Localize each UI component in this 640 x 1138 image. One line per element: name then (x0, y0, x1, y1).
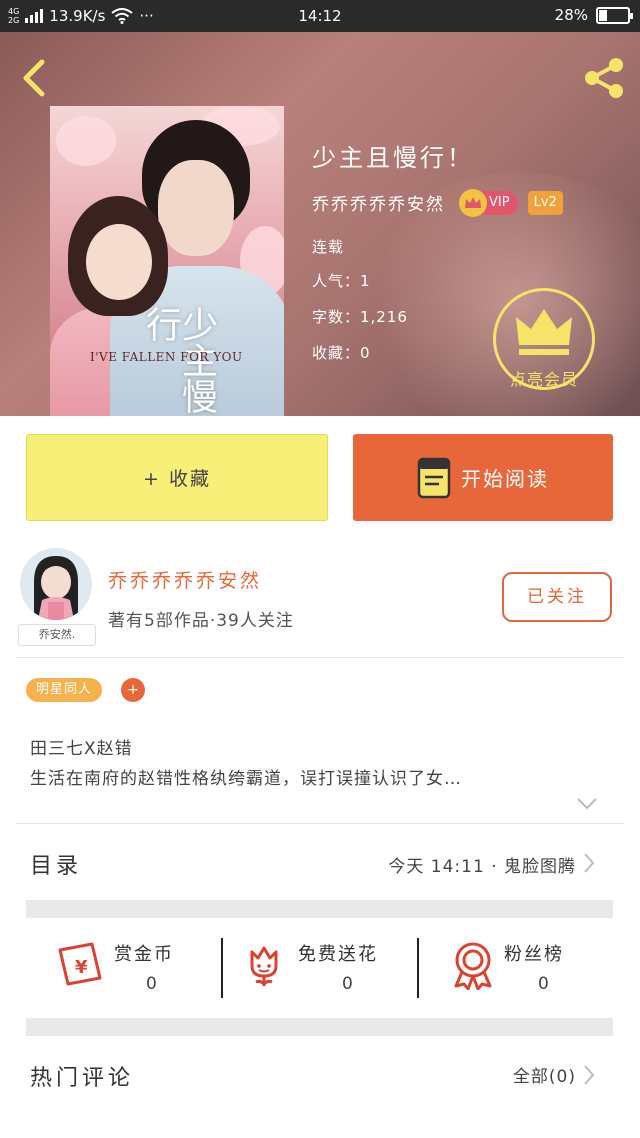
divider (221, 938, 223, 998)
rosette-icon (454, 942, 492, 990)
all-comments-link[interactable]: 全部(0) (513, 1062, 576, 1087)
chevron-right-icon (584, 1065, 595, 1085)
fan-ranking-button[interactable]: 粉丝榜 0 (452, 936, 602, 1000)
description-line-2: 生活在南府的赵错性格纨绔霸道，误打误撞认识了女… (30, 769, 462, 789)
author-meta: 著有5部作品·39人关注 (108, 611, 294, 631)
description-line-1: 田三七X赵错 (30, 739, 133, 759)
chevron-left-icon (23, 59, 45, 97)
book-cover[interactable]: 少主慢行 I'VE FALLEN FOR YOU (50, 106, 284, 416)
toc-title: 目录 (30, 854, 83, 879)
book-favorites: 收藏：0 (312, 344, 371, 362)
chevron-right-icon (584, 853, 595, 873)
author-avatar[interactable] (20, 548, 92, 620)
book-status: 连载 (312, 238, 345, 256)
battery-percent: 28% (554, 6, 588, 24)
share-icon (585, 58, 623, 98)
battery-icon (596, 6, 633, 24)
author-row: 乔乔乔乔乔安然 VIP Lv2 (312, 188, 563, 217)
expand-description-button[interactable] (576, 796, 598, 812)
status-bar: 4G 2G 13.9K/s ··· 14:12 28% (0, 0, 640, 32)
latest-chapter: 今天 14:11 · 鬼脸图腾 (388, 857, 576, 877)
red-envelope-icon: ¥ (58, 942, 102, 986)
book-popularity: 人气：1 (312, 272, 371, 290)
flower-icon (250, 946, 278, 987)
add-tag-button[interactable]: + (121, 678, 145, 702)
fan-ranking-count: 0 (538, 974, 549, 994)
avatar-tag: 乔安然. (18, 624, 96, 646)
start-reading-button[interactable]: 开始阅读 (353, 434, 613, 521)
send-flower-button[interactable]: 免费送花 0 (244, 936, 414, 1000)
reward-coins-count: 0 (146, 974, 157, 994)
back-button[interactable] (14, 56, 54, 100)
divider (417, 938, 419, 998)
book-author[interactable]: 乔乔乔乔乔安然 (312, 190, 445, 215)
crown-icon (459, 188, 487, 217)
chevron-down-icon (577, 798, 597, 810)
book-title: 少主且慢行！ (312, 144, 474, 172)
crown-icon (516, 309, 572, 355)
send-flower-count: 0 (342, 974, 353, 994)
clock: 14:12 (298, 7, 342, 25)
share-button[interactable] (580, 56, 628, 100)
svg-text:¥: ¥ (75, 957, 88, 978)
send-flower-label: 免费送花 (298, 944, 378, 965)
vip-badge: VIP (459, 188, 518, 217)
divider (16, 657, 624, 658)
hot-comments-title: 热门评论 (30, 1066, 135, 1091)
member-label[interactable]: 点亮会员 (493, 366, 595, 390)
genre-tag[interactable]: 明星同人 (26, 678, 103, 702)
fan-ranking-label: 粉丝榜 (504, 944, 564, 965)
book-icon (417, 457, 451, 498)
level-badge: Lv2 (527, 190, 563, 215)
reward-coins-button[interactable]: ¥ 赏金币 0 (56, 936, 216, 1000)
book-header: 少主慢行 I'VE FALLEN FOR YOU 少主且慢行！ 乔乔乔乔乔安然 … (0, 32, 640, 416)
cover-english-title: I'VE FALLEN FOR YOU (90, 350, 243, 364)
reward-coins-label: 赏金币 (114, 944, 174, 965)
collect-button[interactable]: + 收藏 (26, 434, 328, 521)
book-word-count: 字数：1,216 (312, 308, 408, 326)
author-name[interactable]: 乔乔乔乔乔安然 (108, 566, 262, 593)
follow-button[interactable]: 已关注 (502, 572, 612, 622)
table-of-contents-row[interactable]: 目录 今天 14:11 · 鬼脸图腾 (0, 824, 640, 902)
section-separator (26, 1018, 613, 1036)
section-separator (26, 900, 613, 918)
